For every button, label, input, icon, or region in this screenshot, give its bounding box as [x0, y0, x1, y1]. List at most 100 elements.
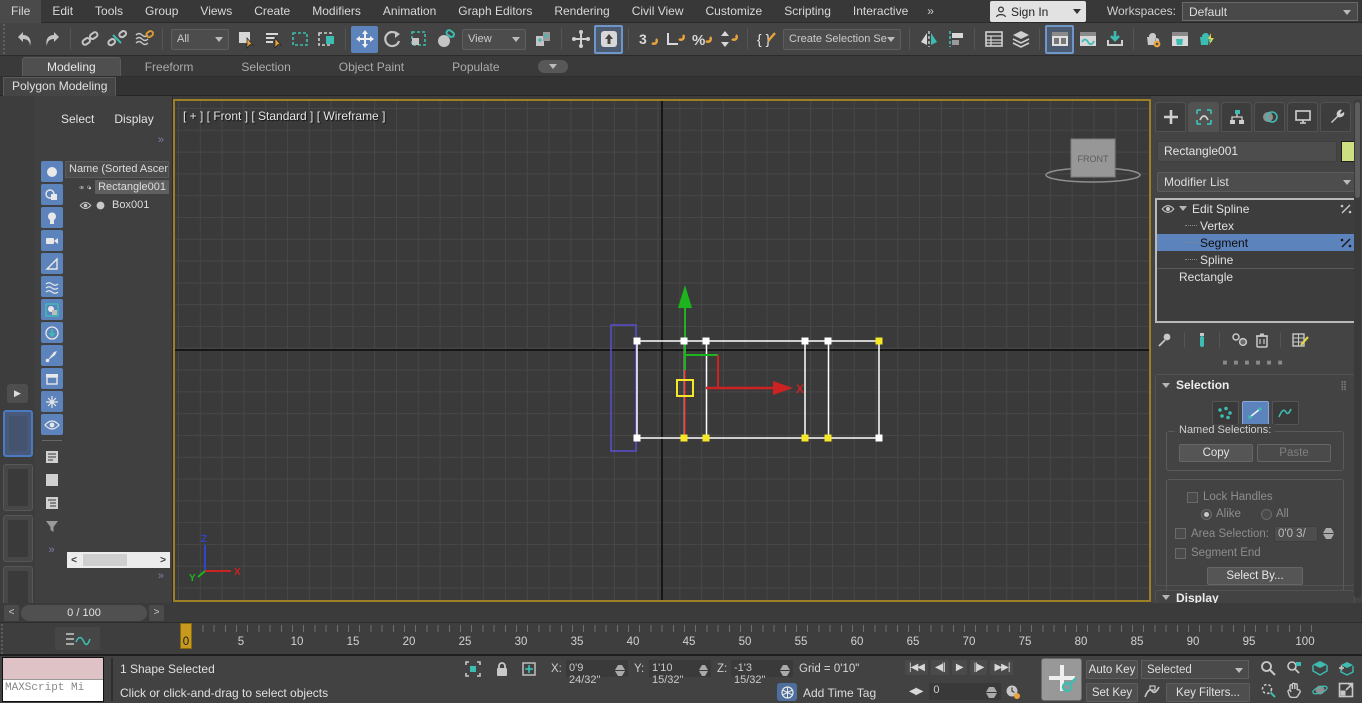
stack-subobject-vertex[interactable]: Vertex	[1157, 217, 1356, 234]
segment-end-checkbox[interactable]	[1175, 547, 1186, 559]
explorer-flat-view-icon[interactable]	[41, 469, 63, 490]
filter-containers-icon[interactable]	[40, 368, 63, 389]
zoom-extents-all-icon[interactable]	[1334, 658, 1358, 678]
spinner-arrows[interactable]	[780, 662, 790, 676]
pin-stack-icon[interactable]	[1157, 332, 1173, 348]
filter-overflow-chevron[interactable]: »	[48, 544, 54, 556]
y-coord-field[interactable]: 1'10 15/32"	[649, 660, 711, 686]
menu-edit[interactable]: Edit	[41, 0, 84, 23]
column-header-name[interactable]: Name (Sorted Ascend	[65, 161, 169, 178]
filter-geometry-icon[interactable]	[40, 161, 63, 182]
stack-state-icon[interactable]	[1339, 203, 1353, 215]
menu-tools[interactable]: Tools	[84, 0, 134, 23]
time-slider-next-button[interactable]: >	[149, 605, 164, 621]
filter-xrefs-icon[interactable]	[40, 322, 63, 343]
ribbon-tab-selection[interactable]: Selection	[217, 58, 314, 76]
selection-rollout-header[interactable]: Selection ⣿	[1156, 375, 1354, 395]
scrollbar-thumb[interactable]	[83, 554, 127, 566]
unlink-selection-icon[interactable]	[103, 26, 130, 53]
object-name-field[interactable]: Rectangle001	[1157, 141, 1337, 162]
explorer-bottom-overflow-chevron[interactable]: »	[158, 570, 164, 582]
command-panel-scrollbar[interactable]	[1354, 100, 1361, 598]
menu-create[interactable]: Create	[243, 0, 301, 23]
mini-curve-editor-button[interactable]	[55, 627, 100, 650]
box001-wireframe[interactable]	[610, 324, 637, 452]
viewport-label[interactable]: [ + ] [ Front ] [ Standard ] [ Wireframe…	[183, 109, 385, 123]
ribbon-tab-populate[interactable]: Populate	[428, 58, 523, 76]
redo-button[interactable]	[38, 26, 65, 53]
track-bar[interactable]: 0 5 10 15 20 25 30 35 40 45 50 55 60 65 …	[0, 623, 1362, 656]
menu-file[interactable]: File	[0, 0, 42, 23]
snaps-toggle-button[interactable]: 3	[634, 26, 661, 53]
trackbar-drag-handle[interactable]	[0, 623, 5, 656]
scroll-right-arrow[interactable]: >	[156, 555, 170, 566]
key-filters-button[interactable]: Key Filters...	[1166, 683, 1250, 702]
use-pivot-point-center-button[interactable]	[529, 26, 556, 53]
ribbon-tab-freeform[interactable]: Freeform	[121, 58, 218, 76]
toolbar-drag-handle[interactable]	[2, 23, 7, 55]
rectangular-selection-region-button[interactable]	[286, 26, 313, 53]
filter-frozen-icon[interactable]	[40, 391, 63, 412]
segment-mode-button[interactable]	[1241, 401, 1269, 425]
zoom-region-icon[interactable]	[1256, 680, 1280, 700]
absolute-offset-toggle-icon[interactable]	[519, 660, 539, 678]
tab-motion[interactable]	[1254, 102, 1285, 132]
tab-display[interactable]	[1287, 102, 1318, 132]
default-in-out-tangents-icon[interactable]	[1142, 683, 1162, 701]
orbit-icon[interactable]	[1308, 680, 1332, 700]
pan-hand-icon[interactable]	[1282, 680, 1306, 700]
menu-animation[interactable]: Animation	[372, 0, 447, 23]
schematic-view-button[interactable]	[1074, 26, 1101, 53]
stack-base-rectangle[interactable]: Rectangle	[1157, 268, 1356, 285]
move-gizmo[interactable]: X	[676, 285, 804, 436]
viewport-layout-tab-1[interactable]	[3, 410, 33, 457]
remove-modifier-icon[interactable]	[1255, 332, 1269, 348]
show-end-result-icon[interactable]	[1196, 332, 1208, 348]
sign-in-button[interactable]: Sign In	[990, 1, 1086, 22]
mirror-button[interactable]	[915, 26, 942, 53]
ribbon-minimize-dropdown[interactable]	[537, 60, 568, 73]
area-selection-checkbox[interactable]	[1175, 528, 1186, 539]
selection-filter-dropdown[interactable]: All	[171, 28, 229, 50]
material-editor-button[interactable]	[1101, 26, 1128, 53]
time-slider[interactable]: 0 / 100	[21, 605, 147, 621]
add-time-tag-icon[interactable]	[777, 683, 797, 701]
filter-hidden-icon[interactable]	[40, 414, 63, 435]
filter-shapes-icon[interactable]	[40, 184, 63, 205]
modifier-list-dropdown[interactable]: Modifier List	[1157, 172, 1358, 192]
filter-cameras-icon[interactable]	[40, 230, 63, 251]
scrollbar-thumb[interactable]	[1355, 102, 1360, 198]
gizmo-y-arrow[interactable]	[678, 285, 692, 308]
expand-triangle-icon[interactable]	[1179, 206, 1187, 215]
explorer-horizontal-scrollbar[interactable]: < >	[67, 552, 170, 568]
spline-mode-button[interactable]	[1271, 401, 1299, 425]
polygon-modeling-panel-tab[interactable]: Polygon Modeling	[3, 77, 117, 96]
select-and-move-button[interactable]	[351, 25, 378, 53]
stack-item-edit-spline[interactable]: Edit Spline	[1157, 200, 1356, 217]
spinner-arrows[interactable]	[698, 662, 708, 676]
zoom-icon[interactable]	[1256, 658, 1280, 678]
go-to-start-button[interactable]: |◀◀	[905, 660, 928, 675]
menu-overflow-chevron[interactable]: »	[919, 4, 942, 18]
select-and-rotate-button[interactable]	[378, 26, 405, 53]
vertex-mode-button[interactable]	[1211, 401, 1239, 425]
alike-radio[interactable]	[1201, 508, 1212, 520]
bind-to-space-warp-icon[interactable]	[130, 26, 157, 53]
filter-groups-icon[interactable]	[40, 299, 63, 320]
explorer-list-view-icon[interactable]	[41, 446, 63, 467]
list-item-box001[interactable]: Box001	[65, 196, 169, 214]
set-key-button[interactable]: Set Key	[1086, 683, 1138, 702]
tab-hierarchy[interactable]	[1221, 102, 1252, 132]
select-and-manipulate-button[interactable]	[567, 26, 594, 53]
area-threshold-field[interactable]: 0'0 3/	[1274, 525, 1318, 542]
maxscript-input-pane[interactable]: MAXScript Mi	[3, 680, 103, 701]
tab-utilities[interactable]	[1320, 102, 1351, 132]
ribbon-tab-modeling[interactable]: Modeling	[22, 57, 121, 76]
tab-create[interactable]	[1155, 102, 1186, 132]
auto-key-button[interactable]: Auto Key	[1086, 660, 1138, 679]
reference-coordinate-system-dropdown[interactable]: View	[462, 28, 526, 50]
menu-customize[interactable]: Customize	[695, 0, 774, 23]
angle-snap-toggle-button[interactable]	[661, 26, 688, 53]
z-coord-field[interactable]: -1'3 15/32"	[731, 660, 793, 686]
x-coord-field[interactable]: 0'9 24/32"	[566, 660, 628, 686]
